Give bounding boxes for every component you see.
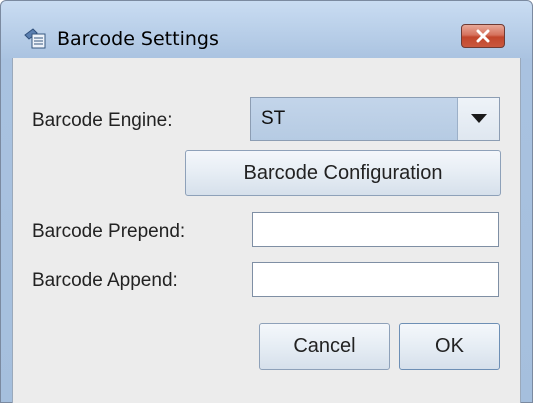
barcode-prepend-label: Barcode Prepend: (32, 221, 186, 242)
barcode-configuration-button[interactable]: Barcode Configuration (185, 150, 501, 196)
title-bar[interactable]: Barcode Settings (1, 1, 532, 53)
chevron-down-icon (471, 114, 487, 123)
close-icon (476, 29, 490, 43)
cancel-button[interactable]: Cancel (259, 323, 390, 370)
window-title: Barcode Settings (57, 28, 219, 50)
barcode-prepend-input[interactable] (252, 212, 499, 247)
dropdown-button[interactable] (457, 98, 499, 140)
barcode-append-label: Barcode Append: (32, 270, 178, 291)
close-button[interactable] (461, 24, 505, 48)
ok-button[interactable]: OK (399, 323, 500, 370)
barcode-settings-app-icon (23, 27, 47, 49)
barcode-engine-label: Barcode Engine: (32, 110, 173, 131)
barcode-engine-value: ST (261, 108, 286, 129)
barcode-engine-select[interactable]: ST (250, 97, 500, 141)
barcode-append-input[interactable] (252, 262, 499, 297)
